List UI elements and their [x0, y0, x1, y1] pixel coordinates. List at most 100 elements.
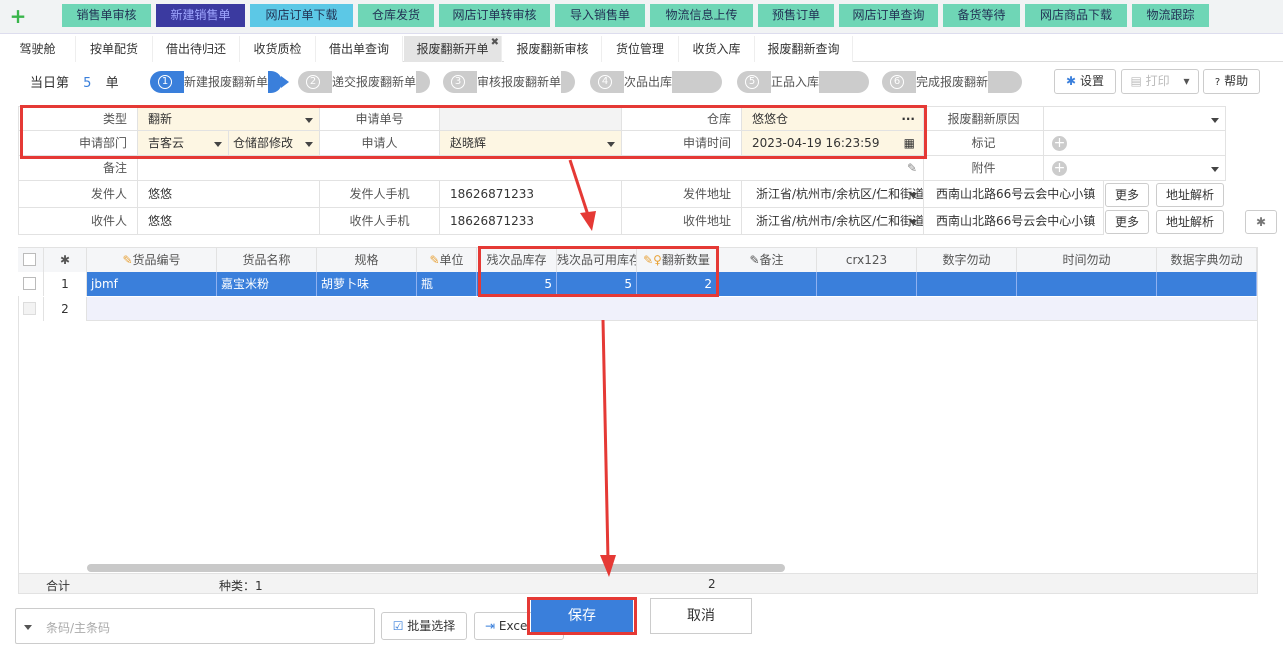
chevron-down-icon — [305, 142, 313, 147]
nav-import-sales[interactable]: 导入销售单 — [555, 4, 645, 27]
grid-settings-button[interactable]: ✱ — [1245, 210, 1277, 234]
chevron-down-icon — [607, 142, 615, 147]
nav-new-sales[interactable]: 新建销售单 — [156, 4, 245, 27]
nav-sales-audit[interactable]: 销售单审核 — [62, 4, 151, 27]
step-3: 3 审核报废翻新单 — [443, 71, 575, 93]
applicant-select[interactable]: 赵晓辉 — [440, 131, 622, 156]
print-button[interactable]: ▤ 打印 ▾ — [1121, 69, 1199, 94]
tab-lend-query[interactable]: 借出单查询 — [316, 36, 403, 62]
pencil-icon: ✎ — [643, 253, 654, 267]
sender-phone-label: 发件人手机 — [320, 181, 440, 208]
footer-total: 合计 — [46, 579, 71, 593]
nav-logistics-upload[interactable]: 物流信息上传 — [650, 4, 753, 27]
nav-shop-order-query[interactable]: 网店订单查询 — [839, 4, 938, 27]
tab-scrap-query[interactable]: 报废翻新查询 — [755, 36, 853, 62]
cell-remark[interactable] — [717, 272, 817, 296]
sender-parse-button[interactable]: 地址解析 — [1156, 183, 1224, 207]
empty-row[interactable] — [87, 297, 1257, 321]
dept-sub-select[interactable]: 仓储部修改 — [229, 131, 320, 156]
col-code[interactable]: ✎货品编号 — [87, 248, 217, 272]
chevron-down-icon — [1211, 118, 1219, 123]
nav-shop-goods-download[interactable]: 网店商品下载 — [1025, 4, 1127, 27]
calendar-icon[interactable]: ▦ — [904, 131, 915, 155]
nav-logistics-track[interactable]: 物流跟踪 — [1132, 4, 1209, 27]
receiver-more-button[interactable]: 更多 — [1105, 210, 1149, 234]
sender-detail-field[interactable]: 西南山北路66号云会中心小镇 — [924, 181, 1104, 208]
nav-shop-order-audit[interactable]: 网店订单转审核 — [439, 4, 550, 27]
col-num[interactable]: 数字勿动 — [917, 248, 1017, 272]
cell-time[interactable] — [1017, 272, 1157, 296]
row-checkbox[interactable] — [23, 302, 36, 315]
receiver-field[interactable]: 悠悠 — [138, 208, 320, 235]
chevron-down-icon[interactable]: ▾ — [1183, 74, 1189, 88]
add-icon[interactable]: + — [8, 6, 28, 26]
help-button[interactable]: ? 帮助 — [1203, 69, 1260, 94]
col-time[interactable]: 时间勿动 — [1017, 248, 1157, 272]
remark-field[interactable]: ✎ — [138, 156, 924, 181]
col-crx[interactable]: crx123 — [817, 248, 917, 272]
dept-value: 吉客云 — [148, 136, 185, 150]
col-stock[interactable]: 残次品库存 — [477, 248, 557, 272]
tab-lend-return[interactable]: 借出待归还 — [153, 36, 240, 62]
col-spec[interactable]: 规格 — [317, 248, 417, 272]
warehouse-field[interactable]: 悠悠仓 ··· — [742, 106, 924, 131]
tab-pick-by-order[interactable]: 按单配货 — [76, 36, 153, 62]
nav-warehouse-ship[interactable]: 仓库发货 — [358, 4, 434, 27]
col-dict[interactable]: 数据字典勿动 — [1157, 248, 1257, 272]
type-select[interactable]: 翻新 — [138, 106, 320, 131]
nav-presale[interactable]: 预售订单 — [758, 4, 834, 27]
tab-location[interactable]: 货位管理 — [602, 36, 679, 62]
col-remark[interactable]: ✎备注 — [717, 248, 817, 272]
cancel-button[interactable]: 取消 — [650, 598, 752, 634]
batch-select-button[interactable]: ☑ 批量选择 — [381, 612, 467, 640]
more-icon[interactable]: ··· — [901, 107, 915, 130]
annotation-arrows — [568, 159, 616, 577]
sender-field[interactable]: 悠悠 — [138, 181, 320, 208]
barcode-input[interactable]: 条码/主条码 — [15, 608, 375, 644]
sender-addr-value: 浙江省/杭州市/余杭区/仁和街道 — [756, 187, 924, 201]
sender-more-button[interactable]: 更多 — [1105, 183, 1149, 207]
chevron-down-icon[interactable] — [1211, 167, 1219, 172]
receiver-parse-button[interactable]: 地址解析 — [1156, 210, 1224, 234]
tab-receive-in[interactable]: 收货入库 — [679, 36, 755, 62]
chevron-down-icon[interactable] — [24, 625, 32, 630]
col-qty[interactable]: ✎♀翻新数量 — [637, 248, 717, 272]
gear-icon[interactable]: ✱ — [60, 253, 70, 267]
cell-spec[interactable]: 胡萝卜味 — [317, 272, 417, 296]
time-field[interactable]: 2023-04-19 16:23:59 ▦ — [742, 131, 924, 156]
select-all-checkbox[interactable] — [23, 253, 36, 266]
dept-select[interactable]: 吉客云 — [138, 131, 229, 156]
tab-scrap-create[interactable]: 报废翻新开单 ✖ — [404, 36, 502, 62]
receiver-detail-field[interactable]: 西南山北路66号云会中心小镇 — [924, 208, 1104, 235]
sender-addr-select[interactable]: 浙江省/杭州市/余杭区/仁和街道 — [742, 181, 924, 208]
cell-crx[interactable] — [817, 272, 917, 296]
cell-num[interactable] — [917, 272, 1017, 296]
cell-dict[interactable] — [1157, 272, 1257, 296]
horizontal-scrollbar[interactable] — [87, 564, 785, 572]
cell-code[interactable]: jbmf — [87, 272, 217, 296]
row-checkbox[interactable] — [23, 277, 36, 290]
add-tag-icon[interactable]: + — [1052, 136, 1067, 151]
cell-qty[interactable]: 2 — [637, 272, 717, 296]
row-checkbox-cell — [18, 272, 44, 296]
edit-icon[interactable]: ✎ — [907, 156, 917, 180]
save-button[interactable]: 保存 — [531, 600, 633, 632]
nav-shop-order-download[interactable]: 网店订单下载 — [250, 4, 353, 27]
settings-button[interactable]: ✱ 设置 — [1054, 69, 1116, 94]
col-name[interactable]: 货品名称 — [217, 248, 317, 272]
step-number: 3 — [451, 75, 465, 89]
close-icon[interactable]: ✖ — [491, 30, 499, 56]
add-attach-icon[interactable]: + — [1052, 161, 1067, 176]
attach-label: 附件 — [924, 156, 1044, 181]
tab-receive-qc[interactable]: 收货质检 — [240, 36, 316, 62]
nav-stock-wait[interactable]: 备货等待 — [943, 4, 1020, 27]
tab-scrap-audit[interactable]: 报废翻新审核 — [504, 36, 602, 62]
col-unit[interactable]: ✎单位 — [417, 248, 477, 272]
reason-select[interactable] — [1044, 106, 1226, 131]
cell-name[interactable]: 嘉宝米粉 — [217, 272, 317, 296]
row-index: 2 — [44, 297, 87, 321]
receiver-addr-select[interactable]: 浙江省/杭州市/余杭区/仁和街道 — [742, 208, 924, 235]
tab-cockpit[interactable]: 驾驶舱 — [0, 36, 76, 62]
cell-unit[interactable]: 瓶 — [417, 272, 477, 296]
cell-stock[interactable]: 5 — [477, 272, 557, 296]
